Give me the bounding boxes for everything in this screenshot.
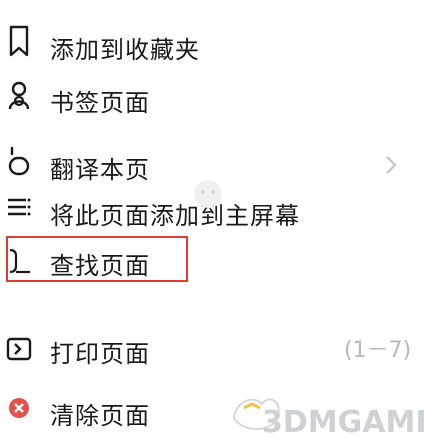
add-to-home-icon: [8, 198, 31, 216]
chevron-right-icon: [386, 156, 397, 174]
menu-item-add-to-favorites[interactable]: 添加到收藏夹: [0, 22, 424, 72]
watermark-mascot-icon: [194, 180, 222, 208]
bookmark-icon: [9, 25, 29, 57]
clear-icon: [9, 398, 29, 418]
menu-item-label: 打印页面: [50, 340, 150, 368]
menu-item-label: 添加到收藏夹: [50, 36, 200, 64]
item-counter: (1－7): [344, 338, 412, 363]
print-icon: [6, 337, 32, 361]
translate-icon: [8, 146, 30, 176]
menu-item-label: 清除页面: [50, 402, 150, 430]
watermark-text: 3DMGAME: [262, 405, 424, 440]
share-icon: [8, 81, 30, 110]
menu-item-label: 将此页面添加到主屏幕: [50, 202, 300, 230]
menu-item-label: 翻译本页: [50, 156, 150, 184]
highlight-frame: [6, 236, 188, 282]
menu-item-bookmark-page[interactable]: 书签页面: [0, 75, 424, 125]
menu-item-label: 书签页面: [50, 89, 150, 117]
